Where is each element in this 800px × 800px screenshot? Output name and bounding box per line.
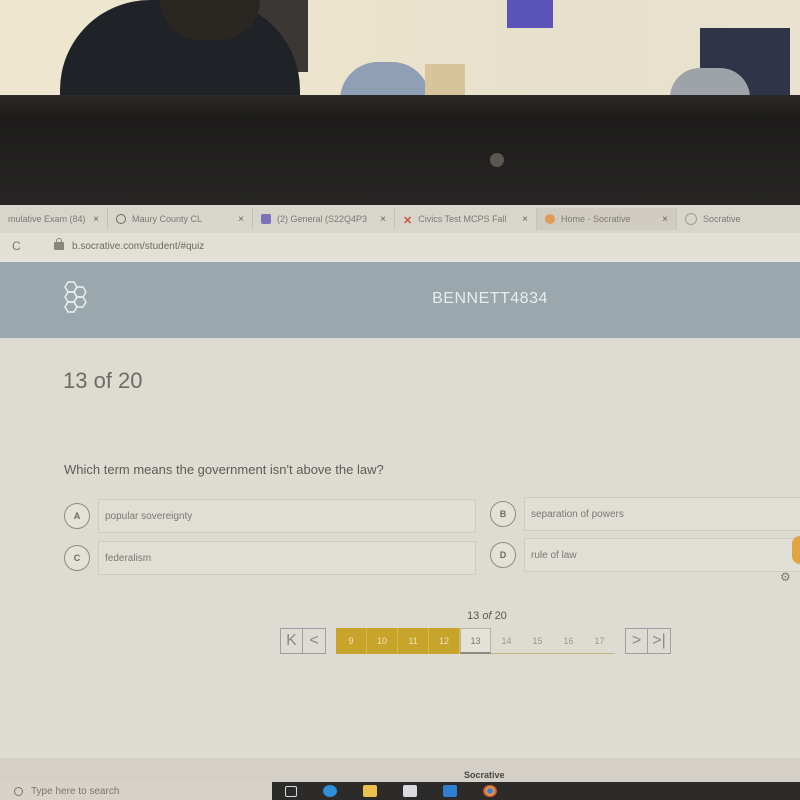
- answer-letter: B: [490, 501, 516, 527]
- reload-icon[interactable]: C: [12, 239, 32, 253]
- side-widget-button[interactable]: [792, 536, 800, 564]
- tab-title: Socrative: [703, 214, 741, 224]
- socrative-logo-icon: [685, 213, 697, 225]
- last-page-button[interactable]: >|: [648, 629, 670, 653]
- page-button-16[interactable]: 16: [553, 628, 584, 654]
- tab-title: Home - Socrative: [561, 214, 631, 224]
- socrative-header: BENNETT4834: [0, 262, 800, 338]
- info-circle-icon: [116, 214, 126, 224]
- task-view-icon[interactable]: [285, 785, 297, 797]
- page-button-11[interactable]: 11: [398, 628, 429, 654]
- answer-letter: D: [490, 542, 516, 568]
- answer-letter: A: [64, 503, 90, 529]
- close-icon[interactable]: ×: [87, 214, 99, 225]
- next-page-button[interactable]: >: [626, 629, 648, 653]
- page-button-17[interactable]: 17: [584, 628, 615, 654]
- search-icon: [14, 786, 23, 796]
- taskbar-search[interactable]: Type here to search: [0, 782, 272, 800]
- socrative-orange-icon: [545, 214, 555, 224]
- tab-socrative-active[interactable]: Socrative: [677, 208, 797, 230]
- wall-poster: [507, 0, 553, 28]
- mail-icon[interactable]: [443, 785, 457, 797]
- address-bar: C b.socrative.com/student/#quiz: [0, 233, 800, 259]
- pager-progress-label: 13 of 20: [467, 610, 507, 622]
- search-placeholder: Type here to search: [31, 785, 120, 797]
- page-button-9[interactable]: 9: [336, 628, 367, 654]
- question-progress: 13 of 20: [63, 368, 143, 393]
- quiz-content: 13 of 20 Which term means the government…: [0, 338, 800, 758]
- answer-option-b[interactable]: B separation of powers: [490, 497, 800, 531]
- close-icon[interactable]: ×: [374, 214, 386, 225]
- tab-bar: mulative Exam (84) × Maury County CL × (…: [0, 205, 800, 233]
- tab-title: mulative Exam (84): [8, 214, 86, 224]
- webcam: [490, 153, 504, 167]
- previous-page-button[interactable]: <: [303, 629, 325, 653]
- lock-icon: [54, 238, 64, 250]
- page-numbers: 9 10 11 12 13 14 15 16 17: [336, 628, 615, 654]
- taskbar: [272, 782, 800, 800]
- first-page-button[interactable]: K: [281, 629, 303, 653]
- background-room-photo: [0, 0, 800, 100]
- browser-window: mulative Exam (84) × Maury County CL × (…: [0, 205, 800, 800]
- tab-title: Civics Test MCPS Fall: [418, 214, 507, 224]
- pager-back-group: K <: [280, 628, 326, 654]
- pager-forward-group: > >|: [625, 628, 671, 654]
- chrome-icon[interactable]: [483, 785, 497, 797]
- tab-civics-test[interactable]: ✕ Civics Test MCPS Fall ×: [395, 208, 537, 230]
- student-username: BENNETT4834: [432, 290, 548, 307]
- pager-total: 20: [494, 610, 507, 622]
- file-explorer-icon[interactable]: [363, 785, 377, 797]
- close-icon[interactable]: ×: [656, 214, 668, 225]
- accessibility-icon[interactable]: ⚙: [780, 570, 791, 584]
- edge-icon[interactable]: [323, 785, 337, 797]
- answer-option-c[interactable]: C federalism: [64, 541, 476, 575]
- url-field[interactable]: b.socrative.com/student/#quiz: [72, 241, 204, 252]
- answer-text[interactable]: popular sovereignty: [98, 499, 476, 533]
- teams-icon: [261, 214, 271, 224]
- pager-current: 13: [467, 610, 480, 622]
- tab-teams-general[interactable]: (2) General (S22Q4P3 ×: [253, 208, 395, 230]
- answer-text[interactable]: separation of powers: [524, 497, 800, 531]
- close-icon[interactable]: ×: [232, 214, 244, 225]
- desktop-bottom: Socrative Type here to search: [0, 758, 800, 800]
- close-icon[interactable]: ×: [516, 214, 528, 225]
- taskbar-hover-label: Socrative: [464, 770, 505, 780]
- answer-letter: C: [64, 545, 90, 571]
- store-icon[interactable]: [403, 785, 417, 797]
- question-text: Which term means the government isn't ab…: [64, 462, 384, 477]
- answer-text[interactable]: federalism: [98, 541, 476, 575]
- page-button-13[interactable]: 13: [460, 628, 491, 654]
- page-button-14[interactable]: 14: [491, 628, 522, 654]
- page-button-10[interactable]: 10: [367, 628, 398, 654]
- answer-option-a[interactable]: A popular sovereignty: [64, 499, 476, 533]
- tab-title: Maury County CL: [132, 214, 203, 224]
- answer-option-d[interactable]: D rule of law: [490, 538, 800, 572]
- tab-home-socrative[interactable]: Home - Socrative ×: [537, 208, 677, 230]
- page-button-15[interactable]: 15: [522, 628, 553, 654]
- monitor-bezel: [0, 95, 800, 205]
- page-button-12[interactable]: 12: [429, 628, 460, 654]
- tab-maury-county[interactable]: Maury County CL ×: [108, 208, 253, 230]
- question-pager: K < 9 10 11 12 13 14 15 16 17 > >|: [280, 628, 671, 654]
- pager-of: of: [482, 610, 492, 622]
- quiz-x-icon: ✕: [403, 215, 413, 227]
- answer-text[interactable]: rule of law: [524, 538, 800, 572]
- tab-cumulative-exam[interactable]: mulative Exam (84) ×: [0, 208, 108, 230]
- tab-title: (2) General (S22Q4P3: [277, 214, 368, 224]
